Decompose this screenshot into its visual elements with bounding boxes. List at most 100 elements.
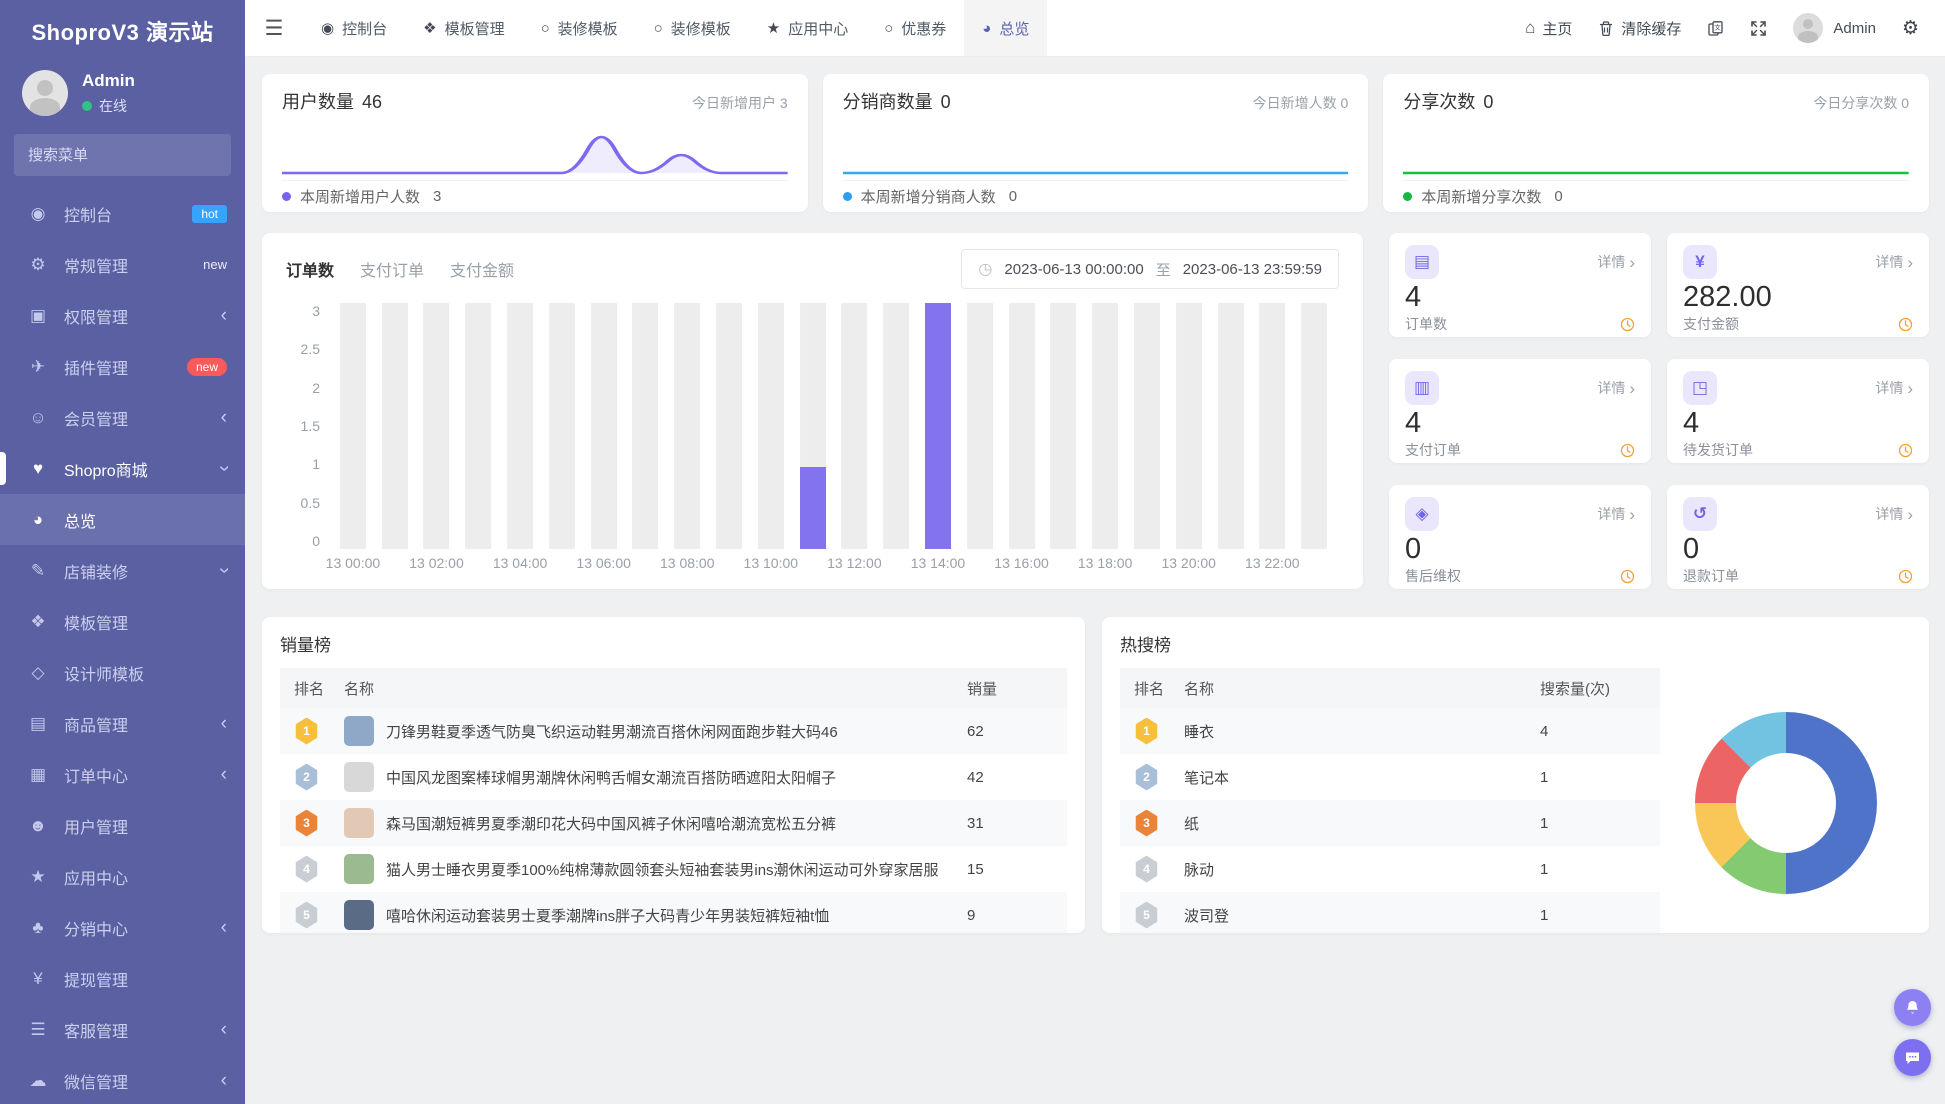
sales-count: 62 bbox=[967, 723, 1067, 740]
sidebar-item-wechat[interactable]: ☁ 微信管理 ‹ bbox=[0, 1055, 245, 1104]
sidebar-item-permission[interactable]: ▣ 权限管理 ‹ bbox=[0, 290, 245, 341]
sidebar-item-distribution[interactable]: ♣ 分销中心 ‹ bbox=[0, 902, 245, 953]
yen-icon: ¥ bbox=[26, 969, 50, 989]
table-row[interactable]: 3 纸 1 bbox=[1120, 800, 1660, 846]
date-range-picker[interactable]: ◷ 2023-06-13 00:00:00 至 2023-06-13 23:59… bbox=[961, 249, 1339, 289]
language-switch-button[interactable]: 文 bbox=[1707, 20, 1724, 37]
notification-bell-button[interactable] bbox=[1894, 989, 1931, 1026]
translate-doc-icon: 文 bbox=[1707, 20, 1724, 37]
chevron-down-icon: ‹ bbox=[214, 465, 233, 471]
keyword: 脉动 bbox=[1184, 859, 1540, 880]
money-icon: ¥ bbox=[1683, 245, 1717, 279]
table-row[interactable]: 5 波司登 1 bbox=[1120, 892, 1660, 933]
sidebar-item-general[interactable]: ⚙ 常规管理 new bbox=[0, 239, 245, 290]
order-bar-slot bbox=[959, 303, 1001, 549]
sidebar-item-goods[interactable]: ▤ 商品管理 ‹ bbox=[0, 698, 245, 749]
order-bar-slot bbox=[1293, 303, 1335, 549]
sidebar-item-user-mgmt[interactable]: ☻ 用户管理 bbox=[0, 800, 245, 851]
share-count-card: 分享次数 0 今日分享次数 0 本周新增分享次数 0 bbox=[1383, 74, 1929, 212]
sidebar-item-designer-template[interactable]: ◇ 设计师模板 bbox=[0, 647, 245, 698]
order-bar-slot bbox=[374, 303, 416, 549]
table-row[interactable]: 1 睡衣 4 bbox=[1120, 708, 1660, 754]
product-thumbnail bbox=[344, 900, 374, 930]
to-ship-orders-mini-card[interactable]: ◳ 详情› 4 待发货订单 bbox=[1667, 359, 1929, 463]
detail-link[interactable]: 详情› bbox=[1875, 504, 1913, 524]
tab-overview[interactable]: ◕ 总览 bbox=[964, 0, 1047, 56]
search-input[interactable] bbox=[14, 147, 231, 164]
sidebar: ShoproV3 演示站 Admin 在线 ◉ 控制台 hot bbox=[0, 0, 245, 1104]
fullscreen-button[interactable] bbox=[1750, 20, 1767, 37]
table-row[interactable]: 2 笔记本 1 bbox=[1120, 754, 1660, 800]
paid-orders-mini-card[interactable]: ▥ 详情› 4 支付订单 bbox=[1389, 359, 1651, 463]
table-row[interactable]: 1 刀锋男鞋夏季透气防臭飞织运动鞋男潮流百搭休闲网面跑步鞋大码46 62 bbox=[280, 708, 1067, 754]
table-row[interactable]: 4 猫人男士睡衣男夏季100%纯棉薄款圆领套头短袖套装男ins潮休闲运动可外穿家… bbox=[280, 846, 1067, 892]
sidebar-item-withdraw[interactable]: ¥ 提现管理 bbox=[0, 953, 245, 1004]
sidebar-item-store-decoration[interactable]: ✎ 店铺装修 ‹ bbox=[0, 545, 245, 596]
detail-link[interactable]: 详情› bbox=[1597, 252, 1635, 272]
detail-link[interactable]: 详情› bbox=[1597, 378, 1635, 398]
product-name: 森马国潮短裤男夏季潮印花大码中国风裤子休闲嘻哈潮流宽松五分裤 bbox=[386, 813, 852, 834]
order-count-mini-card[interactable]: ▤ 详情› 4 订单数 bbox=[1389, 233, 1651, 337]
card-title: 用户数量 bbox=[282, 88, 354, 114]
settings-gear-icon[interactable]: ⚙ bbox=[1902, 17, 1919, 40]
chevron-left-icon: ‹ bbox=[221, 1071, 227, 1090]
card-value: 0 bbox=[1483, 92, 1493, 113]
order-bar-slot bbox=[708, 303, 750, 549]
order-bar-slot bbox=[1084, 303, 1126, 549]
shipment-box-icon: ◳ bbox=[1683, 371, 1717, 405]
detail-link[interactable]: 详情› bbox=[1875, 252, 1913, 272]
sidebar-item-overview[interactable]: ◕ 总览 bbox=[0, 494, 245, 545]
tab-paid-amount[interactable]: 支付金额 bbox=[450, 257, 514, 281]
table-row[interactable]: 4 脉动 1 bbox=[1120, 846, 1660, 892]
sidebar-item-shopro-mall[interactable]: ♥ Shopro商城 ‹ bbox=[0, 443, 245, 494]
sidebar-item-template-mgmt[interactable]: ❖ 模板管理 bbox=[0, 596, 245, 647]
x-tick-label: 13 22:00 bbox=[1230, 555, 1314, 579]
order-row: 订单数 支付订单 支付金额 ◷ 2023-06-13 00:00:00 至 20… bbox=[262, 233, 1929, 589]
chevron-left-icon: ‹ bbox=[221, 408, 227, 427]
sidebar-item-app-center[interactable]: ★ 应用中心 bbox=[0, 851, 245, 902]
refund-orders-mini-card[interactable]: ↺ 详情› 0 退款订单 bbox=[1667, 485, 1929, 589]
tab-coupon[interactable]: ○ 优惠券 bbox=[866, 0, 964, 56]
menu-toggle-button[interactable]: ☰ bbox=[245, 0, 303, 56]
sidebar-item-plugin[interactable]: ✈ 插件管理 new bbox=[0, 341, 245, 392]
tab-decor-template-2[interactable]: ○ 装修模板 bbox=[636, 0, 749, 56]
sidebar-item-customer-service[interactable]: ☰ 客服管理 ‹ bbox=[0, 1004, 245, 1055]
detail-link[interactable]: 详情› bbox=[1875, 378, 1913, 398]
table-row[interactable]: 3 森马国潮短裤男夏季潮印花大码中国风裤子休闲嘻哈潮流宽松五分裤 31 bbox=[280, 800, 1067, 846]
keyword: 笔记本 bbox=[1184, 767, 1540, 788]
rank-medal-silver: 2 bbox=[294, 764, 319, 791]
chevron-right-icon: › bbox=[1907, 506, 1913, 523]
home-link[interactable]: ⌂ 主页 bbox=[1525, 18, 1572, 39]
order-bar-slot bbox=[416, 303, 458, 549]
tab-template-mgmt[interactable]: ❖ 模板管理 bbox=[405, 0, 522, 56]
chevron-left-icon: ‹ bbox=[221, 1020, 227, 1039]
user-avatar[interactable] bbox=[22, 70, 68, 116]
sidebar-item-member[interactable]: ☺ 会员管理 ‹ bbox=[0, 392, 245, 443]
clear-cache-button[interactable]: 清除缓存 bbox=[1598, 18, 1681, 39]
table-row[interactable]: 5 嘻哈休闲运动套装男士夏季潮牌ins胖子大码青少年男装短裤短袖t恤 9 bbox=[280, 892, 1067, 933]
chat-button[interactable] bbox=[1894, 1039, 1931, 1076]
tab-dashboard[interactable]: ◉ 控制台 bbox=[303, 0, 405, 56]
order-bar-slot bbox=[1168, 303, 1210, 549]
tab-app-center[interactable]: ★ 应用中心 bbox=[749, 0, 866, 56]
rank-medal-bronze: 3 bbox=[294, 810, 319, 837]
hot-badge: hot bbox=[192, 205, 227, 223]
y-axis: 32.521.510.50 bbox=[286, 303, 320, 549]
hot-search-card: 热搜榜 排名 名称 搜索量(次) 1 睡衣 4 bbox=[1102, 617, 1929, 933]
chevron-left-icon: ‹ bbox=[221, 918, 227, 937]
paid-amount-mini-card[interactable]: ¥ 详情› 282.00 支付金额 bbox=[1667, 233, 1929, 337]
detail-link[interactable]: 详情› bbox=[1597, 504, 1635, 524]
bell-icon bbox=[1904, 999, 1921, 1016]
after-sale-mini-card[interactable]: ◈ 详情› 0 售后维权 bbox=[1389, 485, 1651, 589]
table-row[interactable]: 2 中国风龙图案棒球帽男潮牌休闲鸭舌帽女潮流百搭防晒遮阳太阳帽子 42 bbox=[280, 754, 1067, 800]
tab-decor-template-1[interactable]: ○ 装修模板 bbox=[523, 0, 636, 56]
clock-icon bbox=[1620, 317, 1635, 332]
user-menu[interactable]: Admin bbox=[1793, 13, 1876, 43]
sidebar-item-order-center[interactable]: ▦ 订单中心 ‹ bbox=[0, 749, 245, 800]
stat-value: 282.00 bbox=[1683, 281, 1913, 314]
tab-order-count[interactable]: 订单数 bbox=[286, 257, 334, 281]
sidebar-item-dashboard[interactable]: ◉ 控制台 hot bbox=[0, 188, 245, 239]
y-tick-label: 0 bbox=[312, 533, 320, 549]
tab-paid-orders[interactable]: 支付订单 bbox=[360, 257, 424, 281]
order-bar bbox=[800, 467, 826, 549]
